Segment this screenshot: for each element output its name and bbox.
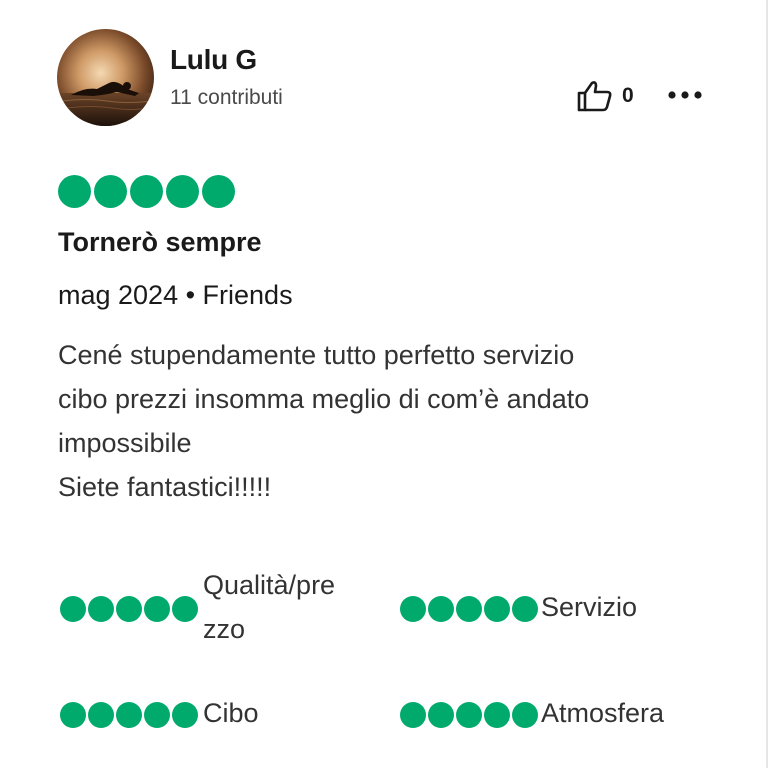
sub-rating-value-qualita-prezzo (60, 596, 198, 622)
rating-bubble (58, 175, 91, 208)
rating-bubble (428, 596, 454, 622)
avatar[interactable] (57, 29, 154, 126)
rating-bubble (88, 596, 114, 622)
sub-rating-value-cibo (60, 702, 198, 728)
rating-bubble (60, 596, 86, 622)
rating-bubble (144, 596, 170, 622)
sub-rating-value-atmosfera (400, 702, 538, 728)
user-contributions: 11 contributi (170, 86, 283, 109)
review-title[interactable]: Tornerò sempre (58, 227, 262, 258)
sub-rating-label-servizio: Servizio (541, 592, 638, 622)
rating-bubble (144, 702, 170, 728)
rating-bubble (428, 702, 454, 728)
thumbs-up-icon (577, 80, 613, 112)
sub-rating-label-cibo: Cibo (203, 698, 259, 728)
more-options-button[interactable] (666, 84, 704, 106)
user-name[interactable]: Lulu G (170, 44, 257, 76)
rating-bubble (116, 596, 142, 622)
rating-bubble (94, 175, 127, 208)
rating-bubble (484, 702, 510, 728)
review-text: Cené stupendamente tutto perfetto serviz… (58, 340, 590, 502)
rating-bubble (130, 175, 163, 208)
rating-bubble (172, 702, 198, 728)
rating-bubble (202, 175, 235, 208)
helpful-vote-button[interactable]: 0 (577, 80, 634, 112)
rating-bubble (166, 175, 199, 208)
rating-bubble (60, 702, 86, 728)
sub-rating-value-servizio (400, 596, 538, 622)
rating-bubble (172, 596, 198, 622)
rating-bubble (400, 596, 426, 622)
rating-bubble (456, 702, 482, 728)
rating-bubble (512, 702, 538, 728)
rating-bubble (512, 596, 538, 622)
helpful-count: 0 (622, 84, 634, 107)
rating-bubble (400, 702, 426, 728)
rating-bubble (456, 596, 482, 622)
review-date-and-trip-type: mag 2024 • Friends (58, 280, 293, 310)
review-rating (58, 175, 235, 208)
more-horizontal-icon (668, 91, 702, 99)
sub-rating-label-atmosfera: Atmosfera (541, 698, 665, 728)
avatar-photo (57, 29, 154, 126)
rating-bubble (484, 596, 510, 622)
rating-bubble (88, 702, 114, 728)
rating-bubble (116, 702, 142, 728)
sub-rating-label-qualita-prezzo: Qualità/pre zzo (203, 570, 336, 644)
